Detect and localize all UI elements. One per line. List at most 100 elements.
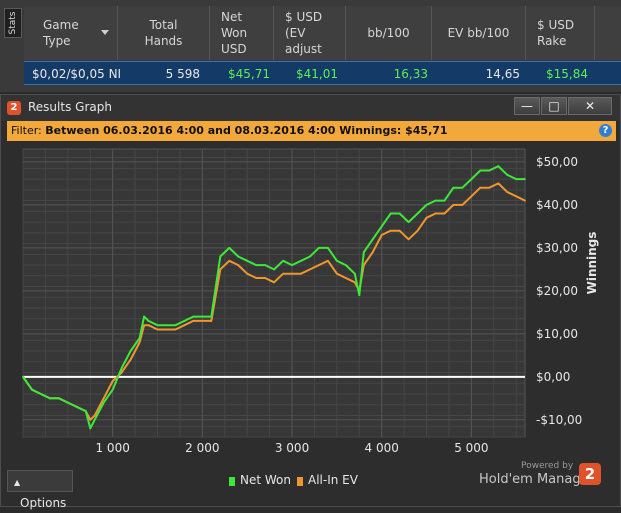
point-net-won xyxy=(138,337,141,340)
x-tick-label: 5 000 xyxy=(454,441,488,455)
stats-panel: Stats Game Type Total Hands Net Won USD … xyxy=(0,0,621,92)
point-all-in-ev xyxy=(273,281,275,284)
point-all-in-ev xyxy=(344,277,347,279)
point-all-in-ev xyxy=(192,320,195,322)
point-net-won xyxy=(326,246,329,249)
point-all-in-ev xyxy=(452,203,455,206)
y-tick-label: -$10,00 xyxy=(536,413,582,427)
point-all-in-ev xyxy=(353,281,356,284)
point-all-in-ev xyxy=(479,186,482,189)
point-all-in-ev xyxy=(237,264,240,266)
hem-brand-logo-icon: 2 xyxy=(579,463,601,485)
point-all-in-ev xyxy=(228,259,231,262)
legend-swatch-all-in-ev xyxy=(297,477,303,486)
point-net-won xyxy=(246,259,249,262)
window-titlebar[interactable]: 2 Results Graph — □ ✕ xyxy=(1,95,620,121)
minimize-button[interactable]: — xyxy=(514,97,540,115)
point-all-in-ev xyxy=(380,234,383,236)
column-header-ev-bb100[interactable]: EV bb/100 xyxy=(432,6,526,60)
help-icon[interactable]: ? xyxy=(599,124,612,137)
point-net-won xyxy=(147,320,150,322)
point-net-won xyxy=(273,268,275,271)
point-net-won xyxy=(407,221,410,223)
point-all-in-ev xyxy=(515,195,518,198)
point-net-won xyxy=(93,418,96,421)
point-all-in-ev xyxy=(165,328,168,331)
column-label: $ USD (EV adjust xyxy=(285,10,323,56)
stats-side-tab[interactable]: Stats xyxy=(4,8,22,38)
x-tick-label: 4 000 xyxy=(365,441,399,455)
point-net-won xyxy=(344,264,347,266)
point-all-in-ev xyxy=(506,191,509,193)
stats-table: Game Type Total Hands Net Won USD $ USD … xyxy=(24,6,621,92)
point-net-won xyxy=(282,259,284,262)
point-all-in-ev xyxy=(174,328,177,331)
point-net-won xyxy=(335,259,338,262)
point-net-won xyxy=(380,225,383,228)
column-header-ev-adjusted[interactable]: $ USD (EV adjust xyxy=(274,6,346,60)
point-net-won xyxy=(89,427,92,430)
point-all-in-ev xyxy=(210,320,213,322)
hem-logo-icon: 2 xyxy=(7,101,21,115)
point-net-won xyxy=(470,178,473,180)
point-net-won xyxy=(219,255,222,258)
point-all-in-ev xyxy=(282,272,284,275)
column-header-total-hands[interactable]: Total Hands xyxy=(118,6,210,60)
x-tick-label: 2 000 xyxy=(185,441,219,455)
results-chart: $50,00 $40,00 $30,00 $20,00 $10,00 $0,00 -$10,… xyxy=(22,148,599,480)
point-all-in-ev xyxy=(291,272,293,275)
point-net-won xyxy=(156,324,159,327)
maximize-button[interactable]: □ xyxy=(541,97,567,115)
point-all-in-ev xyxy=(407,238,410,241)
cell-ev-adjusted: $41,01 xyxy=(296,67,338,81)
point-net-won xyxy=(398,212,401,215)
cell-rake: $15,84 xyxy=(546,67,588,81)
options-label: Options xyxy=(20,496,67,510)
dropdown-arrow-icon[interactable] xyxy=(101,30,109,35)
point-net-won xyxy=(174,324,177,327)
stats-header: Game Type Total Hands Net Won USD $ USD … xyxy=(24,6,621,60)
chevron-up-icon: ▲ xyxy=(14,478,21,487)
point-all-in-ev xyxy=(371,251,374,254)
column-label: EV bb/100 xyxy=(447,26,510,40)
column-header-rake[interactable]: $ USD Rake xyxy=(526,6,595,60)
point-net-won xyxy=(461,186,464,189)
point-net-won xyxy=(318,246,320,249)
y-tick-label: $40,00 xyxy=(536,198,578,212)
point-net-won xyxy=(183,320,186,322)
point-net-won xyxy=(479,169,482,172)
column-header-more[interactable] xyxy=(595,6,621,60)
legend-label-net-won: Net Won xyxy=(240,473,291,487)
point-all-in-ev xyxy=(497,182,500,185)
column-label: Net Won USD xyxy=(221,10,248,56)
filter-bar: Filter: Between 06.03.2016 4:00 and 08.0… xyxy=(7,121,616,141)
point-net-won xyxy=(228,246,231,249)
point-net-won xyxy=(515,178,518,180)
point-net-won xyxy=(129,350,132,352)
point-all-in-ev xyxy=(264,277,267,279)
x-tick-label: 3 000 xyxy=(275,441,309,455)
options-button[interactable]: ▲ Options xyxy=(7,470,73,510)
close-button[interactable]: ✕ xyxy=(568,97,612,115)
point-net-won xyxy=(57,397,60,400)
table-row[interactable]: $0,02/$0,05 NI 5 598 $45,71 $41,01 16,33… xyxy=(24,61,621,85)
column-header-game-type[interactable]: Game Type xyxy=(24,6,118,60)
point-all-in-ev xyxy=(246,272,249,275)
point-net-won xyxy=(353,272,356,275)
point-net-won xyxy=(40,393,42,395)
point-all-in-ev xyxy=(102,397,105,400)
column-label: $ USD Rake xyxy=(537,18,575,48)
point-all-in-ev xyxy=(93,414,96,417)
point-net-won xyxy=(120,367,123,370)
point-net-won xyxy=(362,251,365,254)
column-header-net-won[interactable]: Net Won USD xyxy=(210,6,274,60)
point-net-won xyxy=(371,238,374,241)
point-net-won xyxy=(358,294,361,297)
point-net-won xyxy=(192,315,195,318)
point-net-won xyxy=(111,388,114,391)
column-header-bb100[interactable]: bb/100 xyxy=(346,6,432,60)
point-net-won xyxy=(210,315,213,318)
cell-ev-bb100: 14,65 xyxy=(485,67,520,81)
y-tick-label: $0,00 xyxy=(536,370,570,384)
point-all-in-ev xyxy=(461,203,464,206)
